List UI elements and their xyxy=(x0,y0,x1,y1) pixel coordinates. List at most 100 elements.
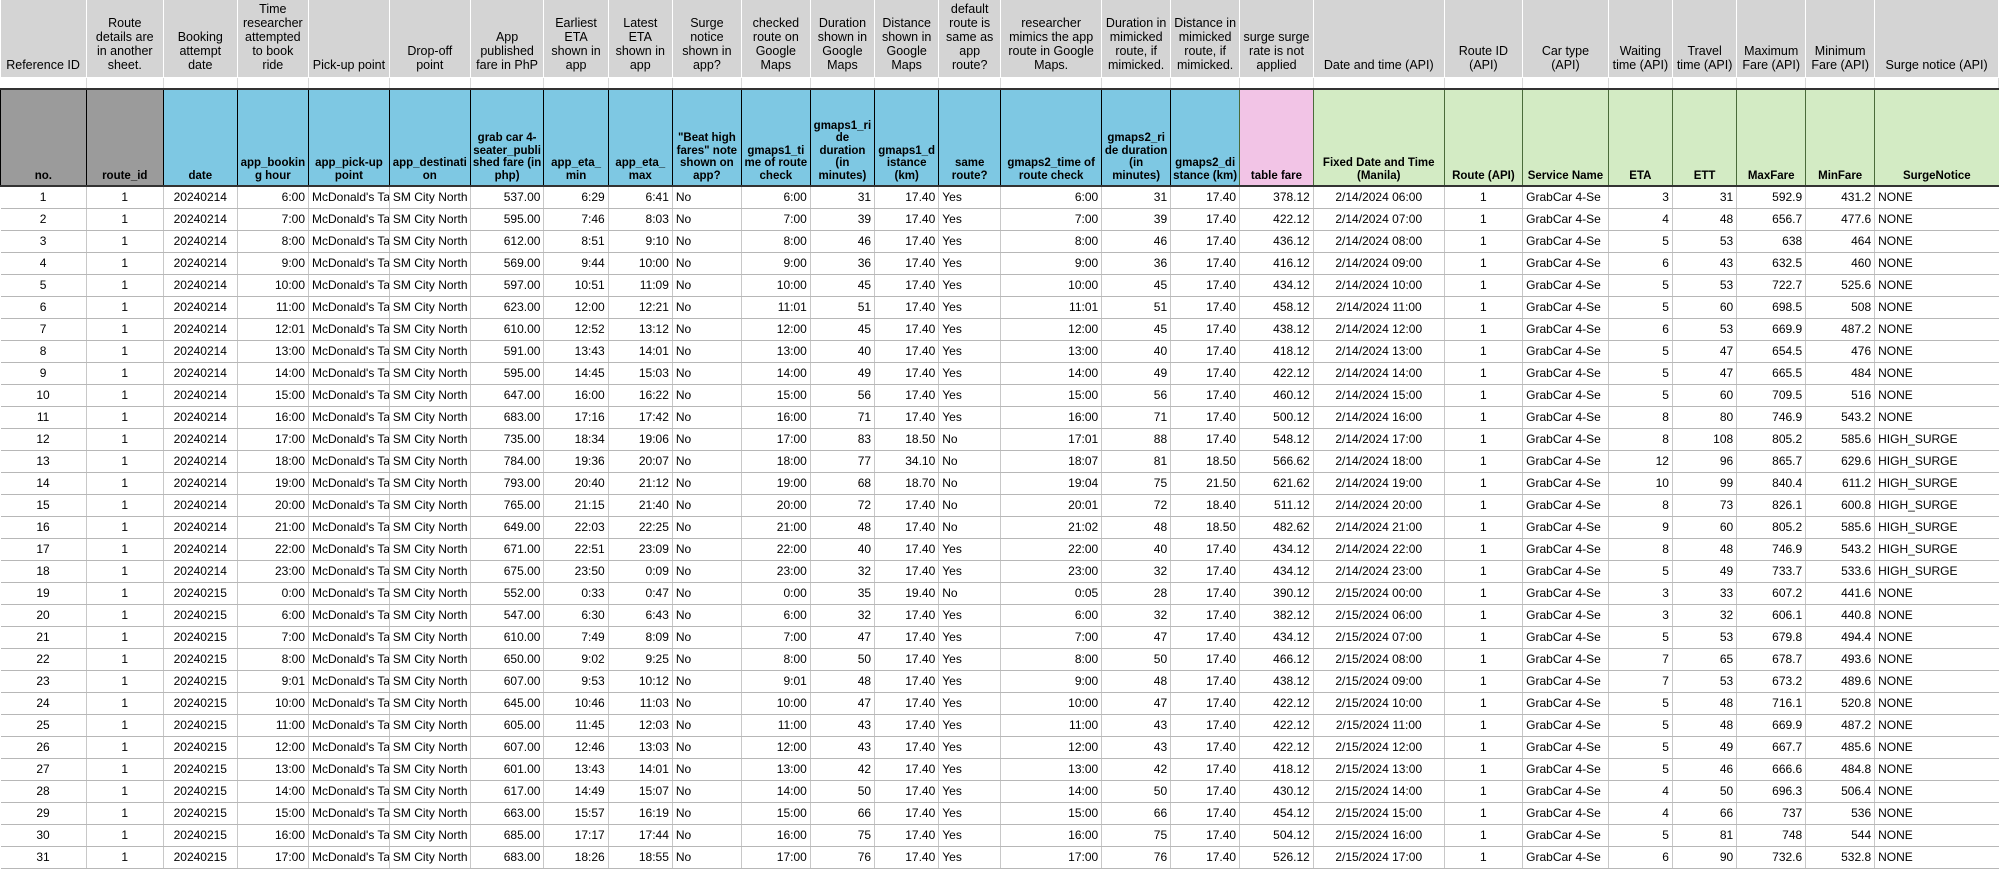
cell-r28-c25[interactable]: 506.4 xyxy=(1805,780,1875,803)
cell-r2-c11[interactable]: 7:00 xyxy=(740,208,811,231)
cell-r10-c4[interactable]: 15:00 xyxy=(236,384,309,407)
cell-r18-c21[interactable]: GrabCar 4-Se xyxy=(1522,560,1609,583)
cell-r2-c25[interactable]: 477.6 xyxy=(1805,208,1875,231)
cell-r1-c2[interactable]: 1 xyxy=(85,186,164,209)
table-row[interactable]: 17 1 20240214 22:00 McDonald's Tan SM City No… xyxy=(0,538,1999,561)
cell-r3-c26[interactable]: NONE xyxy=(1874,230,1999,253)
cell-r30-c17[interactable]: 17.40 xyxy=(1170,824,1240,847)
cell-r3-c4[interactable]: 8:00 xyxy=(236,230,309,253)
cell-r2-c26[interactable]: NONE xyxy=(1874,208,1999,231)
cell-r14-c19[interactable]: 2/14/2024 19:00 xyxy=(1312,472,1445,495)
cell-r25-c16[interactable]: 43 xyxy=(1101,714,1171,737)
cell-r25-c14[interactable]: Yes xyxy=(938,714,1001,737)
cell-r27-c3[interactable]: 20240215 xyxy=(162,758,238,781)
cell-r25-c18[interactable]: 422.12 xyxy=(1239,714,1314,737)
header-field-21[interactable]: ETA xyxy=(1607,88,1673,187)
header-field-3[interactable]: app_booking hour xyxy=(236,88,309,187)
cell-r21-c6[interactable]: SM City North xyxy=(388,626,471,649)
cell-r5-c11[interactable]: 10:00 xyxy=(740,274,811,297)
header-field-22[interactable]: ETT xyxy=(1671,88,1737,187)
cell-r9-c13[interactable]: 17.40 xyxy=(874,362,939,385)
cell-r9-c1[interactable]: 9 xyxy=(0,362,87,385)
cell-r15-c5[interactable]: McDonald's Tan xyxy=(308,494,390,517)
cell-r2-c1[interactable]: 2 xyxy=(0,208,87,231)
cell-r30-c4[interactable]: 16:00 xyxy=(236,824,309,847)
cell-r6-c16[interactable]: 51 xyxy=(1101,296,1171,319)
cell-r10-c12[interactable]: 56 xyxy=(809,384,875,407)
cell-r8-c24[interactable]: 654.5 xyxy=(1736,340,1806,363)
cell-r19-c12[interactable]: 35 xyxy=(809,582,875,605)
cell-r9-c6[interactable]: SM City North xyxy=(388,362,471,385)
cell-r2-c19[interactable]: 2/14/2024 07:00 xyxy=(1312,208,1445,231)
cell-r31-c4[interactable]: 17:00 xyxy=(236,846,309,869)
cell-r2-c3[interactable]: 20240214 xyxy=(162,208,238,231)
cell-r17-c9[interactable]: 23:09 xyxy=(607,538,673,561)
cell-r27-c15[interactable]: 13:00 xyxy=(1000,758,1102,781)
cell-r12-c12[interactable]: 83 xyxy=(809,428,875,451)
cell-r22-c4[interactable]: 8:00 xyxy=(236,648,309,671)
cell-r21-c18[interactable]: 434.12 xyxy=(1239,626,1314,649)
cell-r11-c18[interactable]: 500.12 xyxy=(1239,406,1314,429)
cell-r9-c9[interactable]: 15:03 xyxy=(607,362,673,385)
cell-r23-c22[interactable]: 7 xyxy=(1607,670,1673,693)
cell-r10-c22[interactable]: 5 xyxy=(1607,384,1673,407)
cell-r2-c6[interactable]: SM City North xyxy=(388,208,471,231)
cell-r5-c13[interactable]: 17.40 xyxy=(874,274,939,297)
cell-r26-c8[interactable]: 12:46 xyxy=(543,736,609,759)
cell-r20-c10[interactable]: No xyxy=(671,604,742,627)
cell-r30-c26[interactable]: NONE xyxy=(1874,824,1999,847)
cell-r15-c10[interactable]: No xyxy=(671,494,742,517)
cell-r19-c3[interactable]: 20240215 xyxy=(162,582,238,605)
cell-r31-c12[interactable]: 76 xyxy=(809,846,875,869)
cell-r14-c24[interactable]: 840.4 xyxy=(1736,472,1806,495)
cell-r22-c12[interactable]: 50 xyxy=(809,648,875,671)
cell-r2-c17[interactable]: 17.40 xyxy=(1170,208,1240,231)
cell-r9-c2[interactable]: 1 xyxy=(85,362,164,385)
cell-r25-c9[interactable]: 12:03 xyxy=(607,714,673,737)
cell-r8-c6[interactable]: SM City North xyxy=(388,340,471,363)
cell-r2-c20[interactable]: 1 xyxy=(1443,208,1523,231)
cell-r7-c21[interactable]: GrabCar 4-Se xyxy=(1522,318,1609,341)
cell-r23-c5[interactable]: McDonald's Tan xyxy=(308,670,390,693)
cell-r7-c8[interactable]: 12:52 xyxy=(543,318,609,341)
cell-r8-c7[interactable]: 591.00 xyxy=(469,340,544,363)
cell-r25-c19[interactable]: 2/15/2024 11:00 xyxy=(1312,714,1445,737)
cell-r19-c10[interactable]: No xyxy=(671,582,742,605)
cell-r4-c6[interactable]: SM City North xyxy=(388,252,471,275)
cell-r12-c11[interactable]: 17:00 xyxy=(740,428,811,451)
cell-r30-c23[interactable]: 81 xyxy=(1671,824,1737,847)
cell-r15-c22[interactable]: 8 xyxy=(1607,494,1673,517)
cell-r6-c9[interactable]: 12:21 xyxy=(607,296,673,319)
cell-r4-c5[interactable]: McDonald's Tan xyxy=(308,252,390,275)
cell-r31-c18[interactable]: 526.12 xyxy=(1239,846,1314,869)
cell-r7-c17[interactable]: 17.40 xyxy=(1170,318,1240,341)
cell-r8-c19[interactable]: 2/14/2024 13:00 xyxy=(1312,340,1445,363)
table-row[interactable]: 10 1 20240214 15:00 McDonald's Tan SM City No… xyxy=(0,384,1999,407)
cell-r4-c15[interactable]: 9:00 xyxy=(1000,252,1102,275)
cell-r24-c20[interactable]: 1 xyxy=(1443,692,1523,715)
cell-r18-c12[interactable]: 32 xyxy=(809,560,875,583)
header-field-17[interactable]: table fare xyxy=(1239,88,1314,187)
cell-r13-c21[interactable]: GrabCar 4-Se xyxy=(1522,450,1609,473)
cell-r7-c26[interactable]: NONE xyxy=(1874,318,1999,341)
cell-r19-c15[interactable]: 0:05 xyxy=(1000,582,1102,605)
cell-r18-c24[interactable]: 733.7 xyxy=(1736,560,1806,583)
cell-r11-c3[interactable]: 20240214 xyxy=(162,406,238,429)
cell-r7-c25[interactable]: 487.2 xyxy=(1805,318,1875,341)
cell-r10-c23[interactable]: 60 xyxy=(1671,384,1737,407)
cell-r17-c14[interactable]: Yes xyxy=(938,538,1001,561)
cell-r9-c24[interactable]: 665.5 xyxy=(1736,362,1806,385)
cell-r14-c13[interactable]: 18.70 xyxy=(874,472,939,495)
table-row[interactable]: 6 1 20240214 11:00 McDonald's Tan SM City Nor… xyxy=(0,296,1999,319)
cell-r9-c17[interactable]: 17.40 xyxy=(1170,362,1240,385)
cell-r14-c16[interactable]: 75 xyxy=(1101,472,1171,495)
cell-r21-c15[interactable]: 7:00 xyxy=(1000,626,1102,649)
cell-r5-c17[interactable]: 17.40 xyxy=(1170,274,1240,297)
cell-r15-c15[interactable]: 20:01 xyxy=(1000,494,1102,517)
cell-r29-c16[interactable]: 66 xyxy=(1101,802,1171,825)
cell-r30-c24[interactable]: 748 xyxy=(1736,824,1806,847)
cell-r27-c18[interactable]: 418.12 xyxy=(1239,758,1314,781)
cell-r11-c19[interactable]: 2/14/2024 16:00 xyxy=(1312,406,1445,429)
cell-r24-c7[interactable]: 645.00 xyxy=(469,692,544,715)
cell-r1-c26[interactable]: NONE xyxy=(1874,186,1999,209)
